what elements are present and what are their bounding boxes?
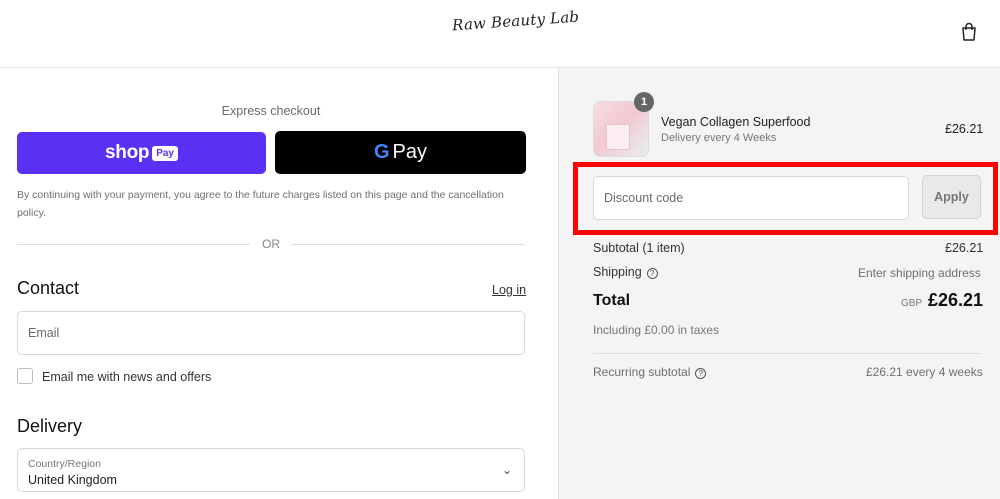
or-separator: OR <box>262 237 280 251</box>
google-g-letter: G <box>373 141 390 163</box>
contact-heading: Contact <box>17 278 80 298</box>
currency-code: GBP <box>901 298 923 309</box>
discount-placeholder: Discount code <box>604 191 684 205</box>
subtotal-label: Subtotal (1 item) <box>593 241 685 255</box>
product-price: £26.21 <box>945 122 984 136</box>
discount-code-input[interactable]: Discount code <box>593 176 909 220</box>
newsletter-label[interactable]: Email me with news and offers <box>42 370 211 384</box>
help-icon[interactable]: ? <box>646 268 658 279</box>
shop-pay-badge: Pay <box>152 145 178 161</box>
express-checkout-title: Express checkout <box>221 104 321 118</box>
divider-right <box>291 244 525 245</box>
shipping-row: Shipping? <box>593 265 658 279</box>
google-pay-wordmark: Pay <box>392 141 428 163</box>
chevron-down-icon: ⌄ <box>501 463 512 477</box>
header: Raw Beauty Lab <box>0 0 1000 68</box>
delivery-heading: Delivery <box>17 416 83 436</box>
country-label: Country/Region <box>28 458 101 470</box>
product-subscription: Delivery every 4 Weeks <box>661 132 777 144</box>
email-placeholder: Email <box>28 326 60 340</box>
quantity-badge: 1 <box>634 92 654 112</box>
recurring-row: Recurring subtotal? <box>593 365 707 379</box>
recurring-value: £26.21 every 4 weeks <box>866 365 983 379</box>
help-icon[interactable]: ? <box>695 368 707 379</box>
product-name: Vegan Collagen Superfood <box>661 115 811 129</box>
payment-consent-text: By continuing with your payment, you agr… <box>17 189 504 219</box>
store-logo[interactable]: Raw Beauty Lab <box>452 8 580 35</box>
checkout-form: Express checkout shop Pay G Pay By conti… <box>0 68 558 499</box>
newsletter-checkbox[interactable] <box>17 368 33 384</box>
shipping-value: Enter shipping address <box>858 266 981 280</box>
country-select[interactable]: Country/Region United Kingdom ⌄ <box>17 448 525 492</box>
total-label: Total <box>593 292 631 309</box>
shop-pay-wordmark: shop <box>105 142 150 163</box>
google-pay-button[interactable]: G Pay <box>275 131 526 174</box>
subtotal-value: £26.21 <box>945 241 984 255</box>
apply-discount-button[interactable]: Apply <box>922 175 981 219</box>
shopping-bag-icon[interactable] <box>960 22 978 42</box>
summary-divider <box>593 353 981 354</box>
divider-left <box>17 244 250 245</box>
recurring-label: Recurring subtotal <box>593 365 691 379</box>
product-package-image <box>606 124 630 150</box>
email-field[interactable]: Email <box>17 311 525 355</box>
shop-pay-button[interactable]: shop Pay <box>17 132 266 174</box>
login-link[interactable]: Log in <box>492 283 526 297</box>
country-value: United Kingdom <box>28 473 117 487</box>
taxes-note: Including £0.00 in taxes <box>593 323 720 337</box>
shipping-label: Shipping <box>593 265 642 279</box>
google-g-icon: G <box>374 141 390 164</box>
total-value: £26.21 <box>928 290 984 310</box>
order-summary: 1 Vegan Collagen Superfood Delivery ever… <box>558 68 1000 499</box>
